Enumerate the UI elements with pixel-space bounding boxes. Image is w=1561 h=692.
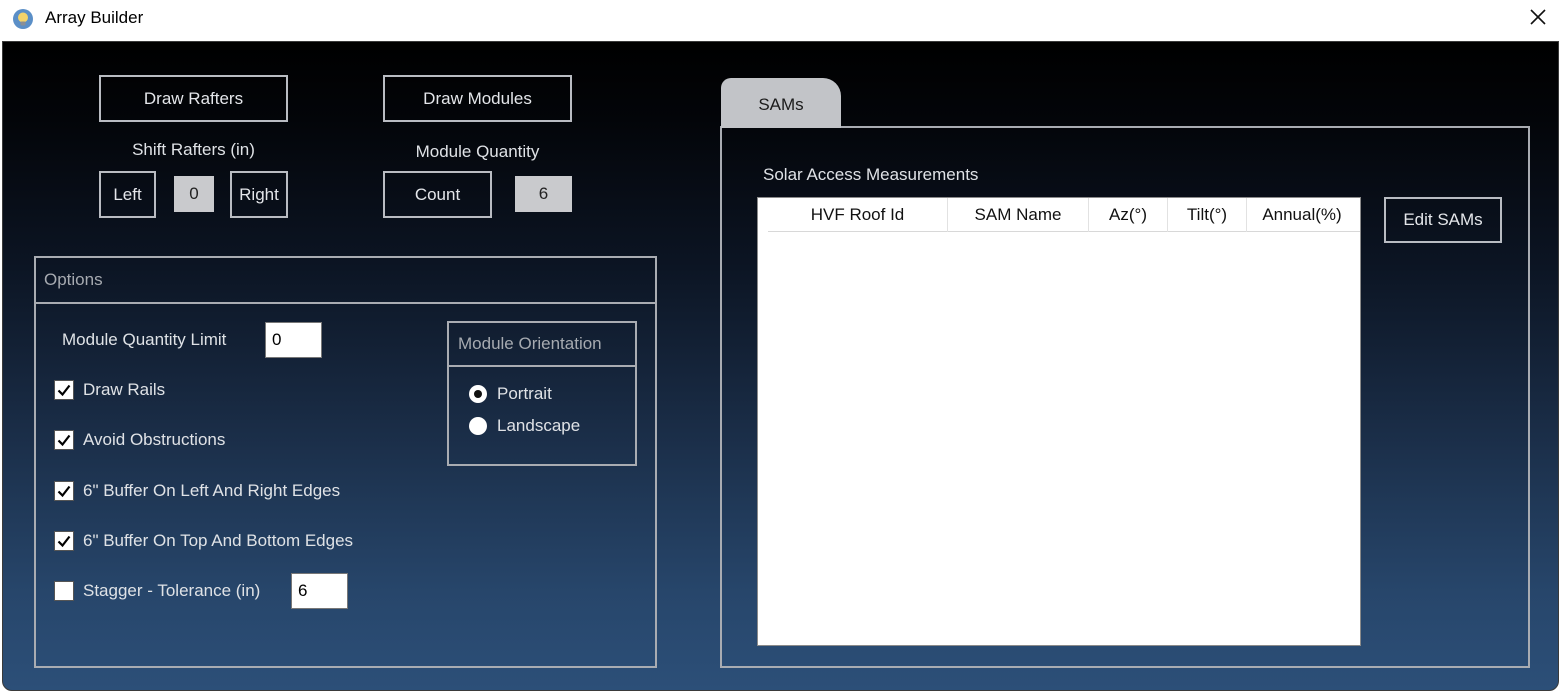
shift-rafters-value: 0 (174, 176, 214, 212)
radio-label: Landscape (497, 416, 581, 435)
checkbox-box[interactable] (54, 581, 74, 601)
window-title: Array Builder (45, 8, 144, 27)
options-header: Options (36, 258, 655, 304)
close-icon (1529, 8, 1547, 30)
column-header[interactable]: Tilt(°) (1168, 198, 1247, 232)
title-bar: Array Builder (0, 0, 1561, 40)
module-count-value: 6 (515, 176, 572, 212)
column-header[interactable]: SAM Name (948, 198, 1089, 232)
radio-unselected-icon[interactable] (469, 417, 487, 435)
close-button[interactable] (1518, 2, 1558, 36)
draw-modules-button[interactable]: Draw Modules (383, 75, 572, 122)
radio-selected-icon[interactable] (469, 385, 487, 403)
checkbox-box[interactable] (54, 481, 74, 501)
checkbox-label: 6" Buffer On Top And Bottom Edges (83, 531, 354, 550)
checkbox-label: Draw Rails (83, 380, 166, 399)
column-header[interactable]: Az(°) (1089, 198, 1168, 232)
draw-rails-checkbox[interactable]: Draw Rails (54, 380, 165, 400)
avoid-obstructions-checkbox[interactable]: Avoid Obstructions (54, 430, 225, 450)
sams-table[interactable]: HVF Roof Id SAM Name Az(°) Tilt(°) Annua… (757, 197, 1361, 646)
stagger-tolerance-input[interactable] (291, 573, 348, 609)
checkbox-box[interactable] (54, 531, 74, 551)
table-header: HVF Roof Id SAM Name Az(°) Tilt(°) Annua… (768, 198, 1360, 232)
client-area: Draw Rafters Shift Rafters (in) Left 0 R… (2, 41, 1559, 691)
lightbulb-icon (12, 8, 34, 30)
draw-rafters-button[interactable]: Draw Rafters (99, 75, 288, 122)
solar-access-measurements-label: Solar Access Measurements (763, 165, 979, 184)
column-header[interactable]: HVF Roof Id (768, 198, 948, 232)
buffer-left-right-checkbox[interactable]: 6" Buffer On Left And Right Edges (54, 481, 340, 501)
stagger-tolerance-checkbox[interactable]: Stagger - Tolerance (in) (54, 581, 260, 601)
column-header[interactable]: Annual(%) (1247, 198, 1357, 232)
checkbox-label: Stagger - Tolerance (in) (83, 581, 261, 600)
radio-label: Portrait (497, 384, 552, 403)
shift-left-button[interactable]: Left (99, 171, 156, 218)
landscape-radio[interactable]: Landscape (469, 416, 580, 436)
checkbox-label: 6" Buffer On Left And Right Edges (83, 481, 341, 500)
module-orientation-header: Module Orientation (449, 323, 635, 367)
buffer-top-bottom-checkbox[interactable]: 6" Buffer On Top And Bottom Edges (54, 531, 353, 551)
checkbox-box[interactable] (54, 430, 74, 450)
portrait-radio[interactable]: Portrait (469, 384, 552, 404)
module-quantity-label: Module Quantity (415, 142, 540, 161)
shift-rafters-label: Shift Rafters (in) (132, 140, 255, 159)
module-quantity-limit-input[interactable] (265, 322, 322, 358)
tab-sams[interactable]: SAMs (721, 78, 841, 128)
edit-sams-button[interactable]: Edit SAMs (1384, 197, 1502, 243)
checkbox-label: Avoid Obstructions (83, 430, 226, 449)
checkbox-box[interactable] (54, 380, 74, 400)
shift-right-button[interactable]: Right (230, 171, 288, 218)
count-button[interactable]: Count (383, 171, 492, 218)
module-quantity-limit-label: Module Quantity Limit (62, 330, 227, 349)
